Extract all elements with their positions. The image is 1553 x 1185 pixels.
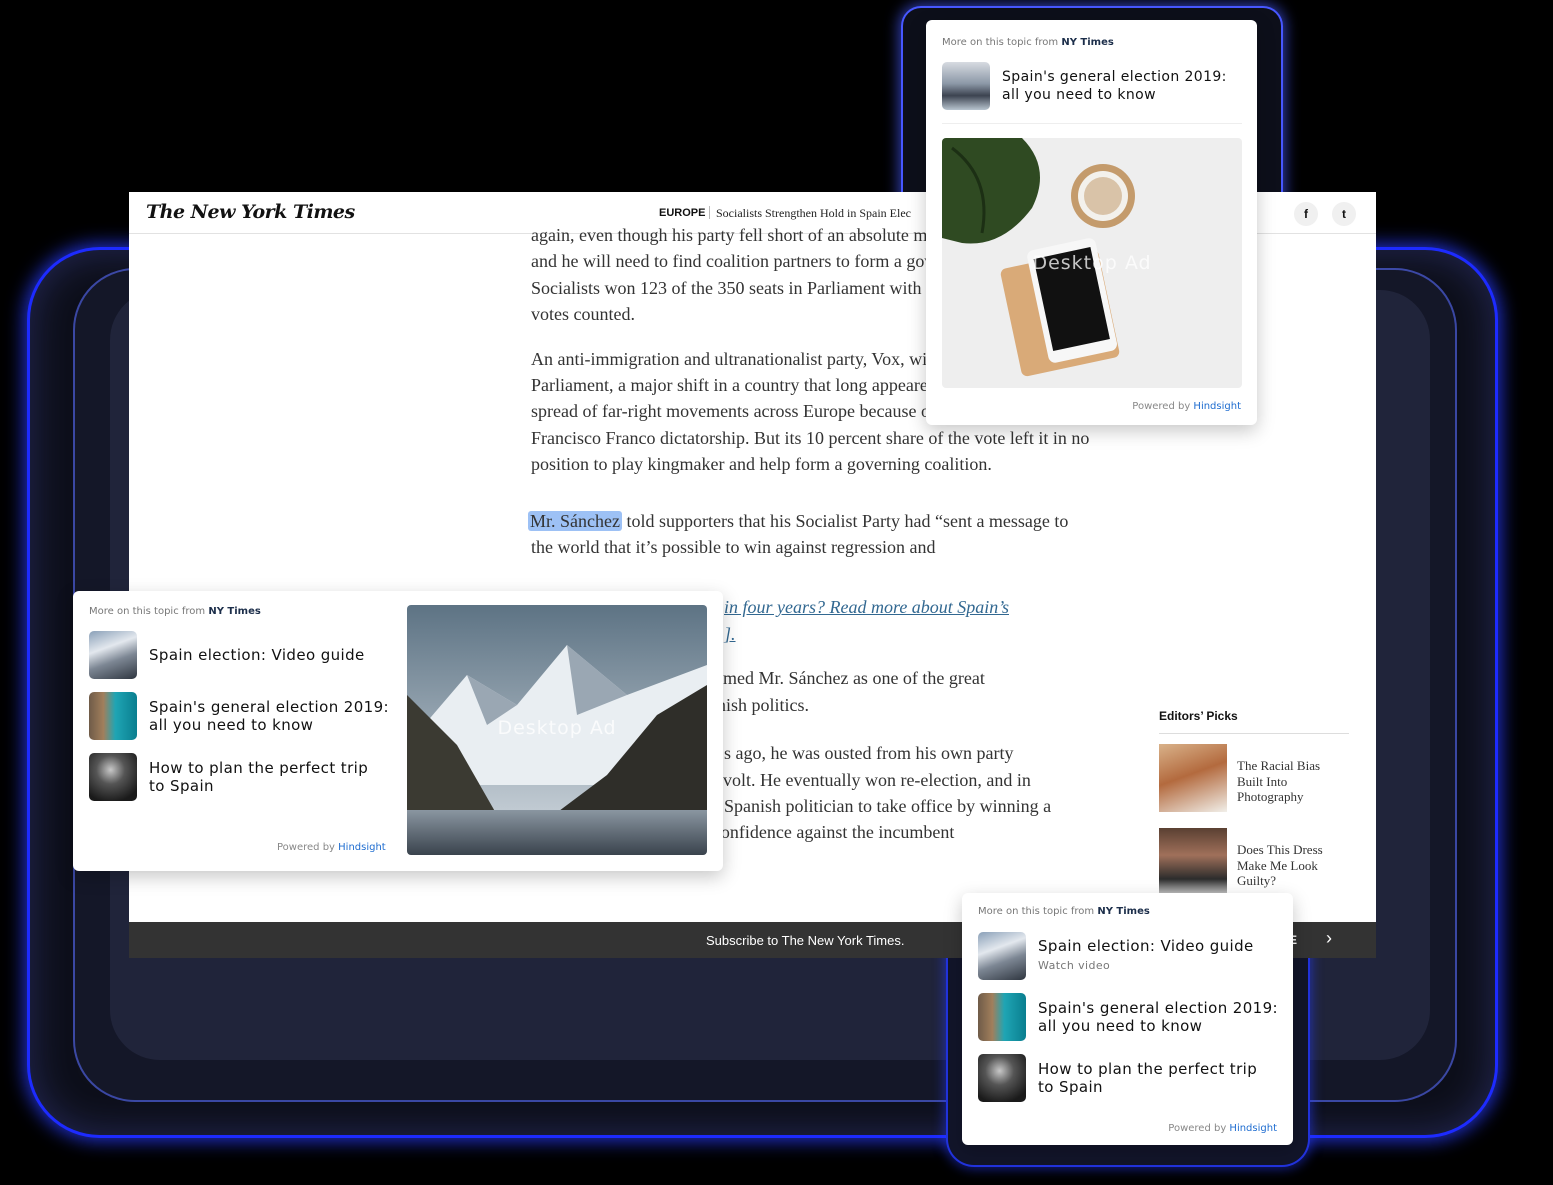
facebook-icon[interactable]: f xyxy=(1294,202,1318,226)
divider xyxy=(709,206,710,219)
editors-pick-item[interactable]: The Racial Bias Built Into Photography xyxy=(1159,744,1349,812)
item-title[interactable]: Spain's general election 2019: all you n… xyxy=(1038,999,1278,1035)
source-name[interactable]: NY Times xyxy=(1061,37,1114,48)
editors-pick-item[interactable]: Does This Dress Make Me Look Guilty? xyxy=(1159,828,1349,896)
item-title[interactable]: How to plan the perfect trip to Spain xyxy=(1038,1060,1278,1096)
hindsight-popup-bottom: More on this topic from NY Times Spain e… xyxy=(962,893,1293,1145)
item-text-block[interactable]: Spain election: Video guide Watch video xyxy=(1038,937,1254,975)
hindsight-popup-top: More on this topic from NY Times Spain's… xyxy=(926,20,1257,425)
ad-label: Desktop Ad xyxy=(1032,252,1152,274)
pick-thumbnail[interactable] xyxy=(1159,828,1227,896)
hindsight-link[interactable]: Hindsight xyxy=(1229,1123,1277,1134)
item-title[interactable]: How to plan the perfect trip to Spain xyxy=(149,759,389,795)
popup-item[interactable]: How to plan the perfect trip to Spain xyxy=(89,753,389,801)
item-subtitle[interactable]: Watch video xyxy=(1038,957,1254,975)
item-title[interactable]: Spain's general election 2019: all you n… xyxy=(149,698,389,734)
item-thumbnail[interactable] xyxy=(89,692,137,740)
pick-title[interactable]: Does This Dress Make Me Look Guilty? xyxy=(1237,828,1349,896)
nyt-logo[interactable]: The New York Times xyxy=(146,201,355,223)
ad-label: Desktop Ad xyxy=(497,717,617,739)
item-title[interactable]: Spain election: Video guide xyxy=(149,646,365,664)
item-thumbnail[interactable] xyxy=(978,1054,1026,1102)
subscribe-text[interactable]: Subscribe to The New York Times. xyxy=(706,933,904,948)
popup-item[interactable]: Spain's general election 2019: all you n… xyxy=(942,62,1242,110)
item-thumbnail[interactable] xyxy=(942,62,990,110)
popup-item[interactable]: Spain election: Video guide xyxy=(89,631,389,679)
editors-picks-title: Editors’ Picks xyxy=(1159,709,1349,734)
item-title[interactable]: Spain's general election 2019: all you n… xyxy=(1002,68,1242,104)
source-name[interactable]: NY Times xyxy=(208,606,261,617)
popup-item[interactable]: Spain election: Video guide Watch video xyxy=(978,932,1278,980)
popup-item[interactable]: How to plan the perfect trip to Spain xyxy=(978,1054,1278,1102)
hindsight-link[interactable]: Hindsight xyxy=(1193,401,1241,412)
item-thumbnail[interactable] xyxy=(89,631,137,679)
desktop-ad[interactable]: Desktop Ad xyxy=(942,138,1242,388)
powered-by: Powered by Hindsight xyxy=(1168,1123,1277,1134)
editors-picks: Editors’ Picks The Racial Bias Built Int… xyxy=(1159,709,1349,912)
chevron-right-icon[interactable]: › xyxy=(1326,928,1332,949)
related-link-end[interactable]: ]. xyxy=(724,624,736,644)
popup-heading: More on this topic from NY Times xyxy=(978,906,1150,917)
divider xyxy=(942,123,1242,124)
item-thumbnail[interactable] xyxy=(89,753,137,801)
item-title[interactable]: Spain election: Video guide xyxy=(1038,937,1254,955)
desktop-ad[interactable]: Desktop Ad xyxy=(407,605,707,855)
hindsight-popup-left: More on this topic from NY Times Spain e… xyxy=(73,591,723,871)
popup-item[interactable]: Spain's general election 2019: all you n… xyxy=(89,692,389,740)
twitter-icon[interactable]: t xyxy=(1332,202,1356,226)
highlighted-term[interactable]: Mr. Sánchez xyxy=(528,510,622,531)
item-thumbnail[interactable] xyxy=(978,993,1026,1041)
popup-heading: More on this topic from NY Times xyxy=(942,37,1114,48)
powered-by: Powered by Hindsight xyxy=(1132,401,1241,412)
popup-item[interactable]: Spain's general election 2019: all you n… xyxy=(978,993,1278,1041)
pick-title[interactable]: The Racial Bias Built Into Photography xyxy=(1237,744,1349,812)
related-link[interactable]: in four years? Read more about Spain’s xyxy=(724,597,1009,617)
section-label[interactable]: EUROPE xyxy=(659,207,705,219)
item-thumbnail[interactable] xyxy=(978,932,1026,980)
popup-heading: More on this topic from NY Times xyxy=(89,606,261,617)
powered-by: Powered by Hindsight xyxy=(277,842,386,853)
pick-thumbnail[interactable] xyxy=(1159,744,1227,812)
source-name[interactable]: NY Times xyxy=(1097,906,1150,917)
hindsight-link[interactable]: Hindsight xyxy=(338,842,386,853)
article-paragraph: Mr. Sánchez told supporters that his Soc… xyxy=(528,508,1091,561)
header-headline: Socialists Strengthen Hold in Spain Elec xyxy=(716,206,911,220)
